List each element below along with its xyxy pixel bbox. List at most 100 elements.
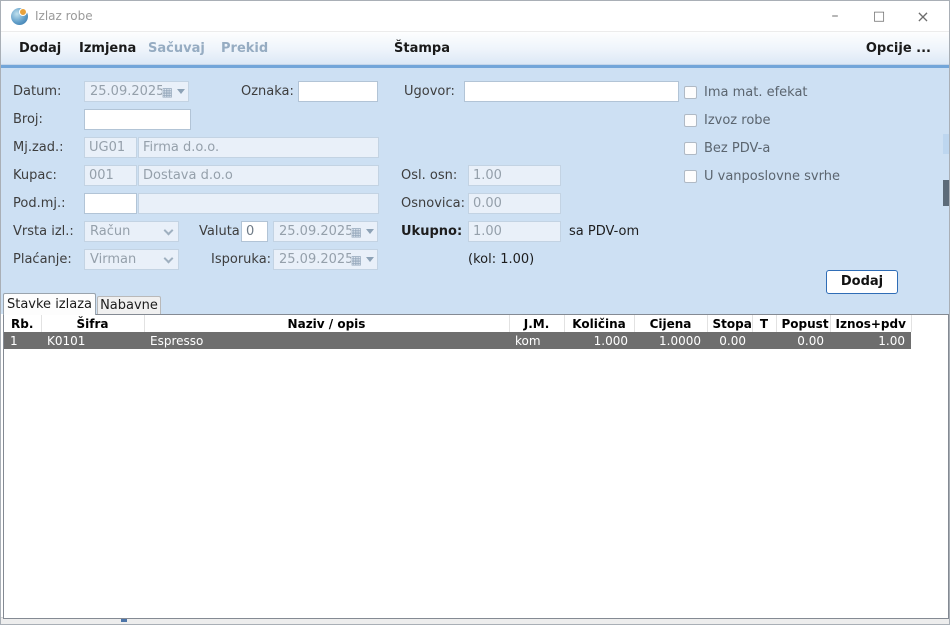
cell-naziv[interactable]: Espresso [144,332,509,349]
kupac-code-input[interactable] [84,165,137,186]
cell-popust[interactable]: 0.00 [776,332,830,349]
items-grid: Rb. Šifra Naziv / opis J.M. Količina Cij… [3,314,949,619]
checkbox-icon[interactable] [684,170,697,183]
ugovor-label: Ugovor: [404,81,455,102]
isporuka-dropdown-icon[interactable] [366,257,374,262]
calendar-icon: ▦ [162,85,173,99]
checkbox-label: Ima mat. efekat [704,85,808,100]
col-header-kolicina[interactable]: Količina [564,315,634,332]
cell-t[interactable] [752,332,776,349]
checkbox-icon[interactable] [684,114,697,127]
vrsta-izl-label: Vrsta izl.: [13,221,74,242]
checkbox-icon[interactable] [684,142,697,155]
cell-rb[interactable]: 1 [4,332,41,349]
cell-stopa[interactable]: 0.00 [707,332,752,349]
checkbox-label: U vanposlovne svrhe [704,169,840,184]
calendar-icon: ▦ [351,253,362,267]
checkbox-label: Bez PDV-a [704,141,770,156]
osnovica-input[interactable] [468,193,561,214]
toolbar-opcije-button[interactable]: Opcije ... [866,32,931,65]
col-header-naziv[interactable]: Naziv / opis [144,315,509,332]
podmj-name-input[interactable] [138,193,379,214]
minimize-icon[interactable]: – [813,1,857,32]
oznaka-label: Oznaka: [241,81,294,102]
placanje-select[interactable]: Virman [84,249,179,270]
table-row-selected[interactable]: 1 K0101 Espresso kom 1.000 1.0000 0.00 0… [4,332,911,349]
checkbox-icon[interactable] [684,86,697,99]
mjzad-label: Mj.zad.: [13,137,64,158]
grid-header-row: Rb. Šifra Naziv / opis J.M. Količina Cij… [4,315,911,332]
toolbar-izmjena-button[interactable]: Izmjena [79,32,136,65]
col-header-sifra[interactable]: Šifra [41,315,144,332]
cell-jm[interactable]: kom [509,332,564,349]
osl-osn-label: Osl. osn: [401,165,457,186]
checkbox-u-vanposlovne-svrhe[interactable]: U vanposlovne svrhe [684,167,840,185]
podmj-code-input[interactable] [84,193,137,214]
ukupno-input[interactable] [468,221,561,242]
isporuka-date-value: 25.09.2025 [279,252,351,267]
vrsta-izl-select[interactable]: Račun [84,221,179,242]
toolbar-prekid-button: Prekid [221,32,268,65]
valuta-date-dropdown-icon[interactable] [366,229,374,234]
cell-iznos-pdv[interactable]: 1.00 [830,332,911,349]
col-header-stopa[interactable]: Stopa [707,315,752,332]
mjzad-code-input[interactable] [84,137,137,158]
col-header-t[interactable]: T [752,315,776,332]
broj-input[interactable] [84,109,191,130]
cell-kolicina[interactable]: 1.000 [564,332,634,349]
panel-scrollbar-thumb[interactable] [943,180,949,206]
ukupno-label: Ukupno: [401,221,462,242]
datum-value: 25.09.2025 [90,84,162,99]
col-header-iznos-pdv[interactable]: Iznos+pdv [830,315,911,332]
osl-osn-input[interactable] [468,165,561,186]
valuta-input[interactable] [241,221,268,242]
col-header-cijena[interactable]: Cijena [634,315,707,332]
placanje-label: Plaćanje: [13,249,72,270]
cell-sifra[interactable]: K0101 [41,332,144,349]
chevron-down-icon [164,253,174,263]
chevron-down-icon [164,225,174,235]
maximize-icon[interactable]: □ [857,1,901,32]
podmj-label: Pod.mj.: [13,193,66,214]
tab-nabavne[interactable]: Nabavne [97,296,161,315]
cell-cijena[interactable]: 1.0000 [634,332,707,349]
header-form-panel [1,65,949,314]
bottom-tick-mark [121,619,127,622]
toolbar-dodaj-button[interactable]: Dodaj [19,32,61,65]
sa-pdv-om-label: sa PDV-om [569,221,639,242]
mjzad-name-input[interactable] [138,137,379,158]
checkbox-ima-mat-efekat[interactable]: Ima mat. efekat [684,83,808,101]
datum-datepicker[interactable]: 25.09.2025 ▦ [84,81,189,102]
checkbox-bez-pdv-a[interactable]: Bez PDV-a [684,139,770,157]
oznaka-input[interactable] [298,81,378,102]
toolbar-stampa-button[interactable]: Štampa [394,32,450,65]
window-title: Izlaz robe [35,1,93,32]
toolbar-sacuvaj-button: Sačuvaj [148,32,205,65]
valuta-label: Valuta: [199,221,244,242]
isporuka-label: Isporuka: [211,249,271,270]
app-window: Izlaz robe – □ × Dodaj Izmjena Sačuvaj P… [0,0,950,625]
kupac-name-input[interactable] [138,165,379,186]
isporuka-datepicker[interactable]: 25.09.2025 ▦ [273,249,378,270]
broj-label: Broj: [13,109,43,130]
checkbox-izvoz-robe[interactable]: Izvoz robe [684,111,771,129]
app-icon [11,8,28,25]
panel-edge-fragment [943,134,949,154]
placanje-value: Virman [90,252,163,267]
col-header-popust[interactable]: Popust [776,315,830,332]
kupac-label: Kupac: [13,165,57,186]
col-header-rb[interactable]: Rb. [4,315,41,332]
add-item-button[interactable]: Dodaj [826,270,898,294]
osnovica-label: Osnovica: [401,193,465,214]
tab-stavke-izlaza[interactable]: Stavke izlaza [3,293,96,315]
checkbox-label: Izvoz robe [704,113,771,128]
datum-label: Datum: [13,81,61,102]
valuta-date-value: 25.09.2025 [279,224,351,239]
datum-dropdown-icon[interactable] [177,89,185,94]
col-header-jm[interactable]: J.M. [509,315,564,332]
ugovor-input[interactable] [464,81,679,102]
titlebar: Izlaz robe – □ × [1,1,949,32]
calendar-icon: ▦ [351,225,362,239]
valuta-datepicker[interactable]: 25.09.2025 ▦ [273,221,378,242]
close-icon[interactable]: × [901,1,945,32]
